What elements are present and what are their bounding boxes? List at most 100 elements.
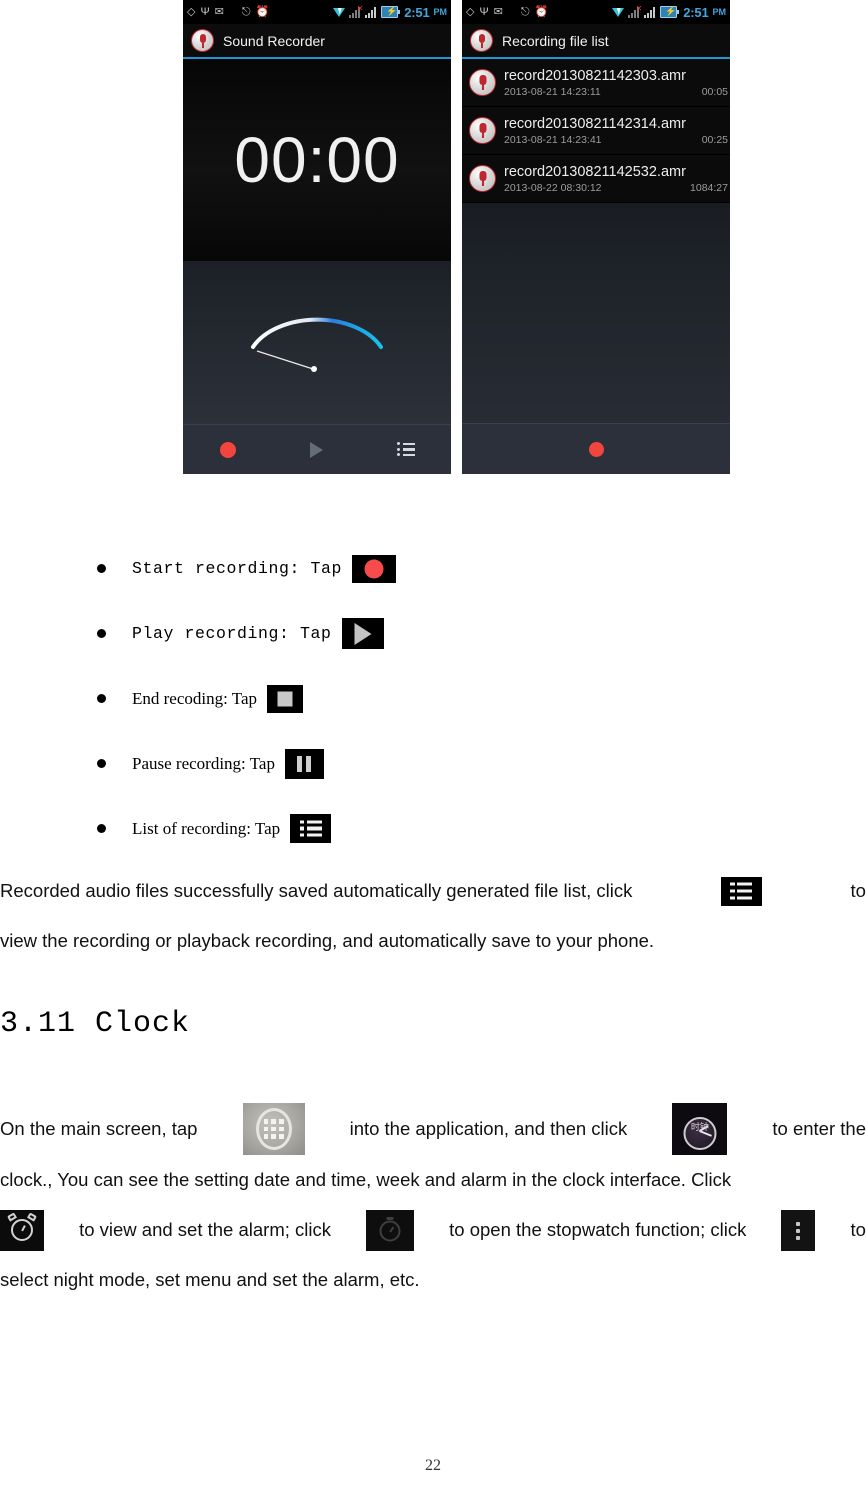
stopwatch-icon xyxy=(366,1210,414,1251)
bullet-dot-icon xyxy=(97,759,106,768)
phone-screenshot-file-list: ◇ Ψ ✉ ᳻ ⎋ ⏰ ✕ ⚡ 2:51 PM Recording file l… xyxy=(462,0,730,474)
play-icon xyxy=(342,618,384,649)
recorder-control-bar xyxy=(183,424,451,474)
status-bar-time: 2:51 xyxy=(404,5,429,20)
file-date: 2013-08-22 08:30:12 xyxy=(504,182,602,194)
headset-icon: ⎋ xyxy=(521,7,530,18)
record-button[interactable] xyxy=(589,442,604,457)
paragraph-line: select night mode, set menu and set the … xyxy=(0,1255,866,1305)
status-bar-right-icons: ✕ ⚡ 2:51 PM xyxy=(333,5,447,20)
usb-icon: Ψ xyxy=(479,7,488,18)
bullet-play-recording: Play recording: Tap xyxy=(0,601,866,666)
status-bar: ◇ Ψ ✉ ᳻ ⎋ ⏰ ✕ ⚡ 2:51 PM xyxy=(462,0,730,24)
record-icon xyxy=(352,555,396,583)
page-number: 22 xyxy=(0,1457,866,1475)
status-bar: ◇ Ψ ✉ ᳻ ⎋ ⏰ ✕ ⚡ 2:51 PM xyxy=(183,0,451,24)
screenshot-strip: ◇ Ψ ✉ ᳻ ⎋ ⏰ ✕ ⚡ 2:51 PM Sound Recorder xyxy=(183,0,731,474)
bullet-label: End recoding: Tap xyxy=(132,689,257,709)
file-subtitle: 2013-08-21 14:23:11 00:05 xyxy=(504,86,730,98)
bullet-label: Play recording: Tap xyxy=(132,624,332,643)
paragraph-text: to xyxy=(851,866,866,916)
bullet-label: Start recording: Tap xyxy=(132,559,342,578)
status-bar-time: 2:51 xyxy=(683,5,708,20)
list-item[interactable]: record20130821142314.amr 2013-08-21 14:2… xyxy=(462,107,730,155)
overflow-menu-icon xyxy=(781,1210,815,1251)
microphone-icon xyxy=(470,29,493,52)
file-meta: record20130821142532.amr 2013-08-22 08:3… xyxy=(504,164,730,194)
file-name: record20130821142532.amr xyxy=(504,164,730,181)
file-duration: 00:05 xyxy=(702,86,728,98)
bullet-pause-recording: Pause recording: Tap xyxy=(0,731,866,796)
paragraph-clock-instructions: On the main screen, tap into the applica… xyxy=(0,1103,866,1305)
paragraph-text: to xyxy=(851,1205,866,1255)
alarm-clock-icon xyxy=(0,1210,44,1251)
status-bar-left-icons: ◇ Ψ ✉ ᳻ ⎋ ⏰ xyxy=(187,7,333,18)
paragraph-text: to open the stopwatch function; click xyxy=(449,1205,746,1255)
list-button[interactable] xyxy=(362,443,451,457)
level-meter-gauge xyxy=(247,313,387,373)
bullet-dot-icon xyxy=(97,694,106,703)
file-name: record20130821142303.amr xyxy=(504,68,730,85)
app-title-bar: Recording file list xyxy=(462,24,730,59)
list-lines-icon xyxy=(397,443,415,457)
record-dot-icon xyxy=(220,442,236,458)
paragraph-line: Recorded audio files successfully saved … xyxy=(0,866,866,916)
clock-icon-caption: 时钟 xyxy=(672,1103,727,1153)
list-icon xyxy=(721,877,762,906)
wifi-icon xyxy=(333,7,346,18)
microphone-icon xyxy=(469,165,496,192)
paragraph-text: Recorded audio files successfully saved … xyxy=(0,866,632,916)
alarm-icon: ⏰ xyxy=(535,7,549,18)
phone-screenshot-sound-recorder: ◇ Ψ ✉ ᳻ ⎋ ⏰ ✕ ⚡ 2:51 PM Sound Recorder xyxy=(183,0,451,474)
paragraph-line: view the recording or playback recording… xyxy=(0,916,866,966)
pause-icon xyxy=(285,749,324,779)
signal-icon-sim2 xyxy=(365,7,378,18)
file-meta: record20130821142303.amr 2013-08-21 14:2… xyxy=(504,68,730,98)
list-item[interactable]: record20130821142532.amr 2013-08-22 08:3… xyxy=(462,155,730,203)
file-name: record20130821142314.amr xyxy=(504,116,730,133)
file-date: 2013-08-21 14:23:41 xyxy=(504,134,602,146)
paragraph-line: to view and set the alarm; click to open… xyxy=(0,1205,866,1255)
stop-icon xyxy=(267,685,303,713)
play-button[interactable] xyxy=(272,442,361,458)
bullet-list-of-recording: List of recording: Tap xyxy=(0,796,866,861)
level-meter-panel xyxy=(183,261,451,424)
bullet-label: List of recording: Tap xyxy=(132,819,280,839)
bullet-dot-icon xyxy=(97,629,106,638)
paragraph-text: to view and set the alarm; click xyxy=(79,1205,331,1255)
file-duration: 00:25 xyxy=(702,134,728,146)
page-title: 3.11 Clock xyxy=(0,1007,190,1041)
bullet-label: Pause recording: Tap xyxy=(132,754,275,774)
app-title: Recording file list xyxy=(502,33,609,49)
wifi-icon xyxy=(612,7,625,18)
signal-icon-sim1: ✕ xyxy=(349,7,362,18)
app-title: Sound Recorder xyxy=(223,33,325,49)
microphone-icon xyxy=(469,69,496,96)
paragraph-text: into the application, and then click xyxy=(350,1104,628,1154)
microphone-icon xyxy=(191,29,214,52)
clock-app-icon: 时钟 xyxy=(672,1103,727,1155)
app-title-bar: Sound Recorder xyxy=(183,24,451,59)
app-drawer-icon xyxy=(243,1103,305,1155)
paragraph-line: On the main screen, tap into the applica… xyxy=(0,1103,866,1155)
file-subtitle: 2013-08-21 14:23:41 00:25 xyxy=(504,134,730,146)
play-triangle-icon xyxy=(310,442,323,458)
gmail-icon: ✉ xyxy=(215,7,224,18)
signal-icon-sim1: ✕ xyxy=(628,7,641,18)
bullet-dot-icon xyxy=(97,824,106,833)
list-item[interactable]: record20130821142303.amr 2013-08-21 14:2… xyxy=(462,59,730,107)
paragraph-text: On the main screen, tap xyxy=(0,1104,197,1154)
bullet-end-recording: End recoding: Tap xyxy=(0,666,866,731)
record-button[interactable] xyxy=(183,442,272,458)
status-bar-ampm: PM xyxy=(713,7,727,17)
status-bar-ampm: PM xyxy=(434,7,448,17)
battery-icon: ⚡ xyxy=(660,6,677,18)
microphone-icon xyxy=(469,117,496,144)
paragraph-text: to enter the xyxy=(772,1104,866,1154)
timer-panel: 00:00 xyxy=(183,59,451,261)
signal-icon-sim2 xyxy=(644,7,657,18)
gps-icon: ◇ xyxy=(466,7,474,18)
file-list-control-bar xyxy=(462,423,730,474)
status-bar-left-icons: ◇ Ψ ✉ ᳻ ⎋ ⏰ xyxy=(466,7,612,18)
file-duration: 1084:27 xyxy=(690,182,728,194)
